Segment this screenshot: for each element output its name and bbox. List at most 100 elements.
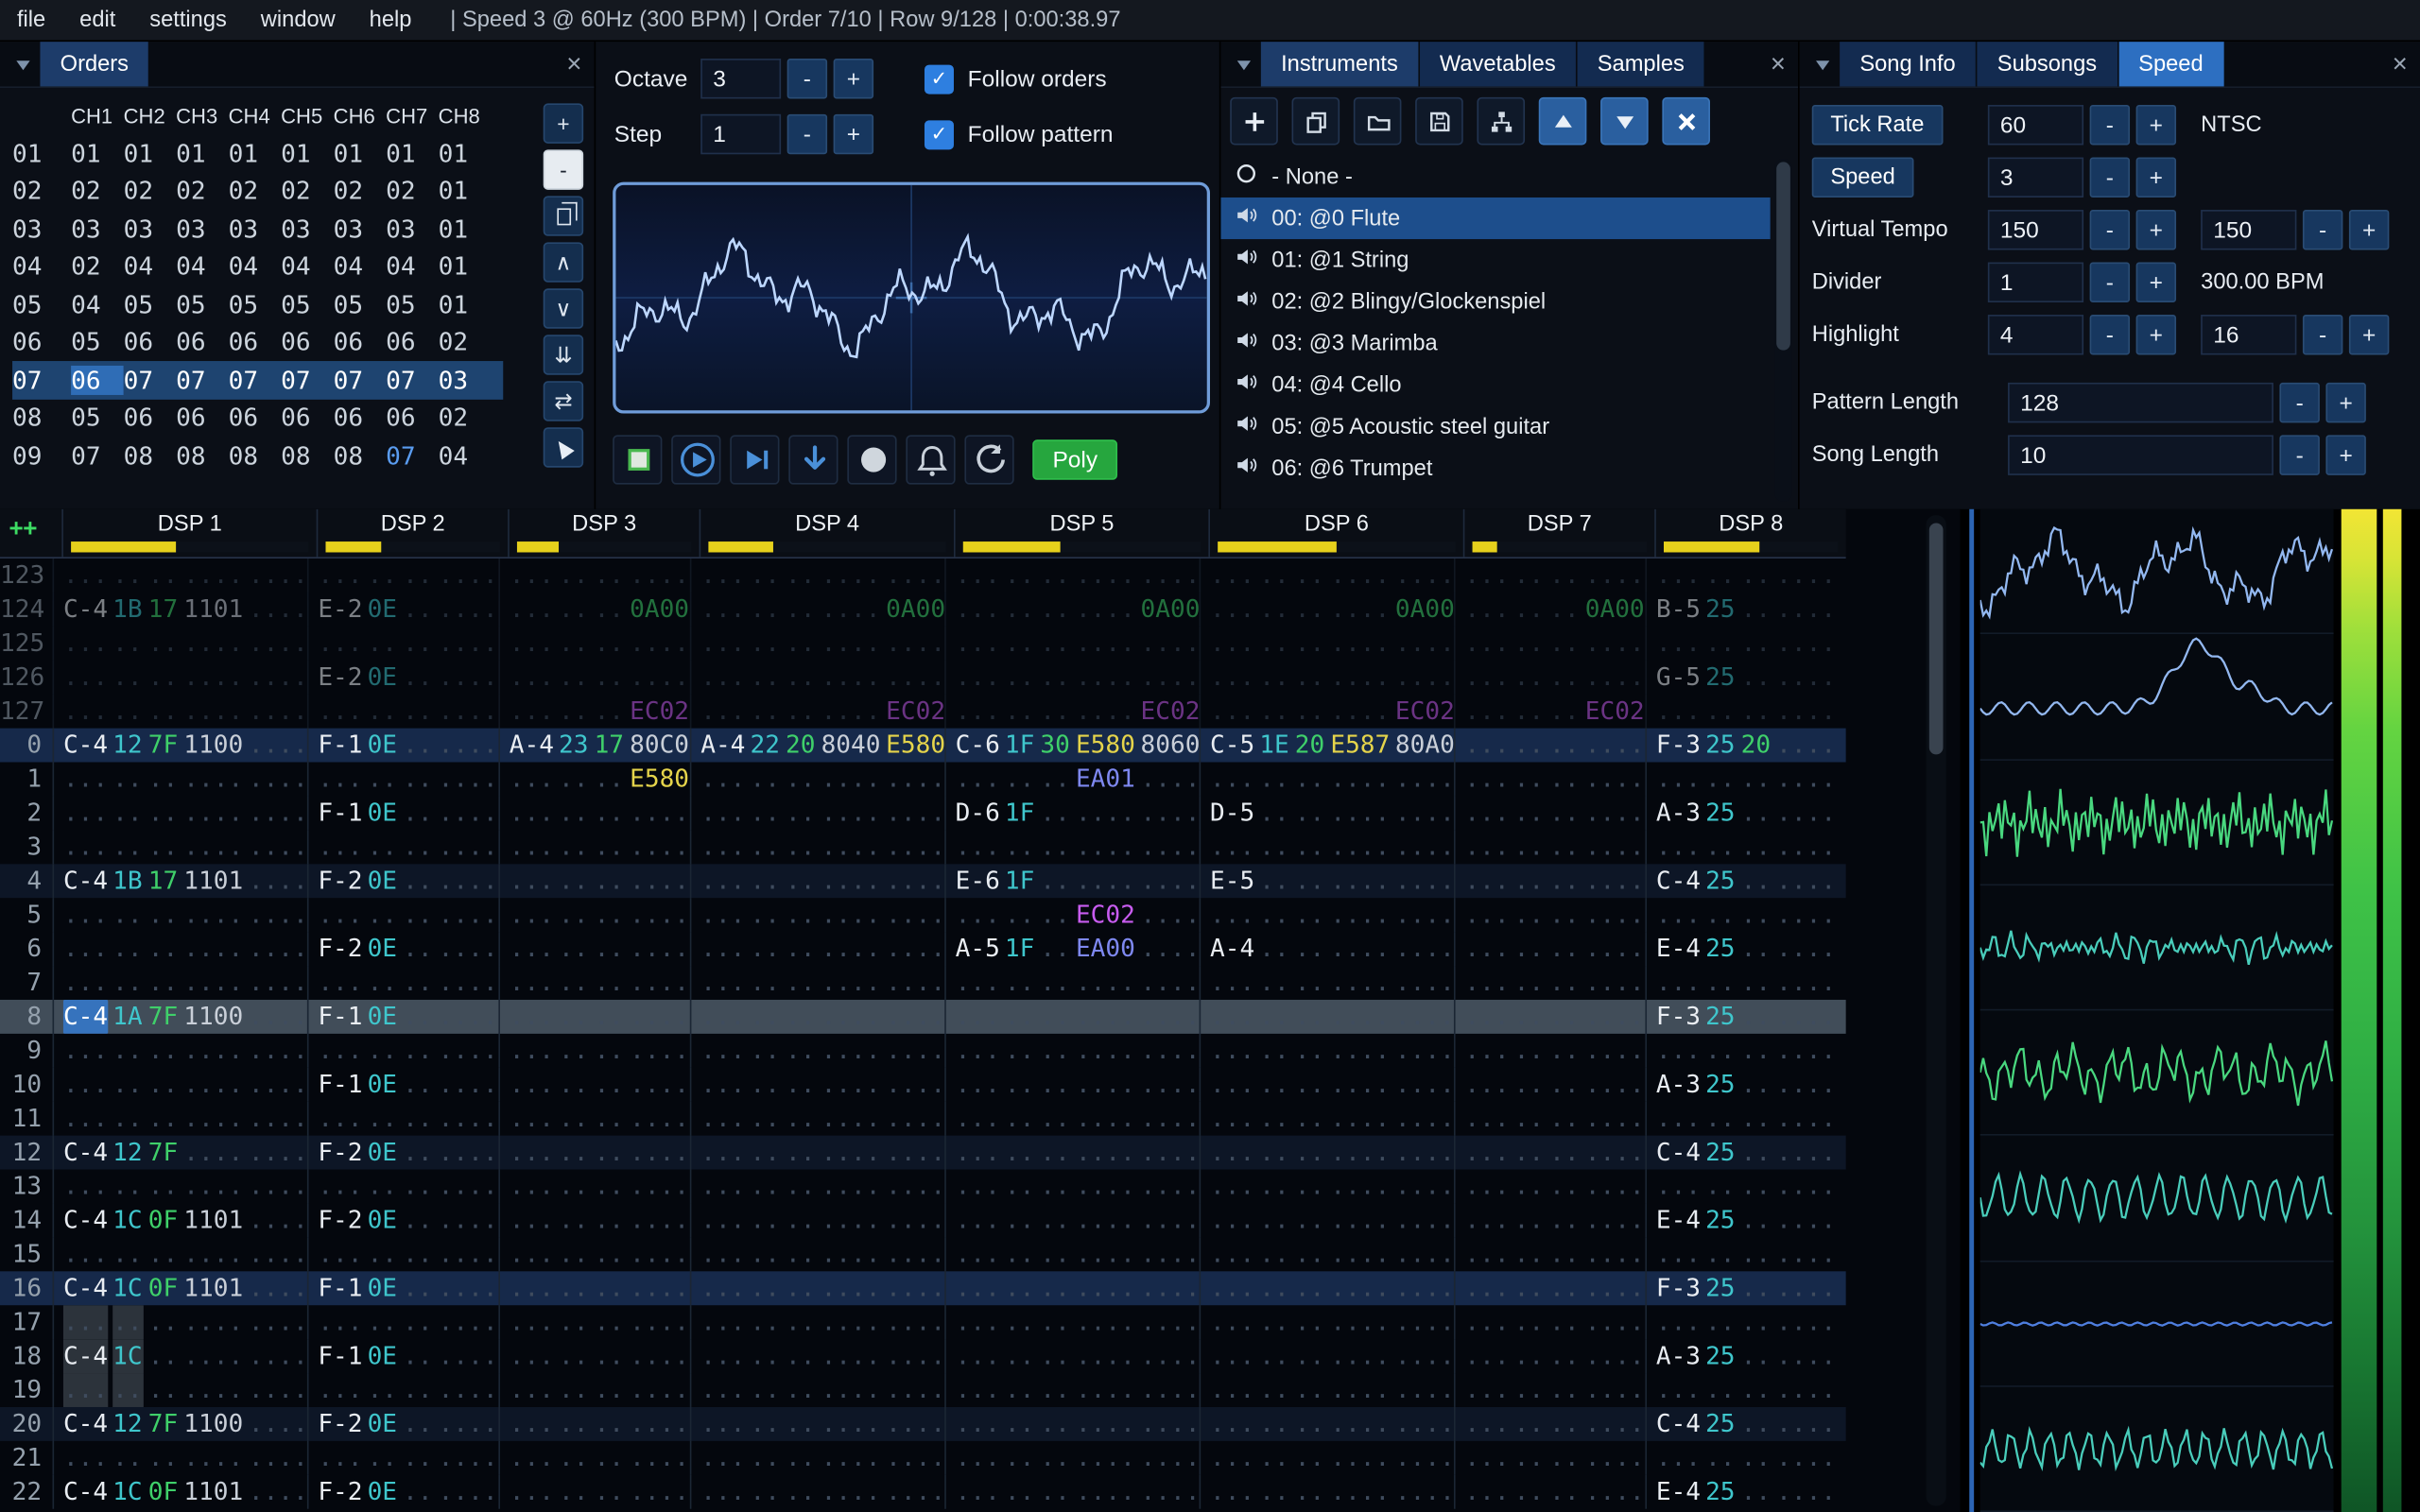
instrument-item[interactable]: 04: @4 Cello	[1220, 364, 1770, 405]
tab-speed[interactable]: Speed	[2118, 42, 2223, 87]
channel-header-dsp-1[interactable]: DSP 1	[61, 508, 316, 558]
step-one-row-button[interactable]	[788, 435, 838, 485]
step-decrease-button[interactable]: -	[786, 113, 828, 155]
order-cell[interactable]: 01	[334, 139, 387, 168]
pattern-cell[interactable]: ...............	[1199, 660, 1454, 695]
duplicate-order-button[interactable]	[543, 196, 584, 236]
highlight-first-increase-button[interactable]: +	[2135, 315, 2177, 355]
pattern-cell[interactable]: E-4 25......	[1645, 1203, 1836, 1238]
pattern-cell[interactable]: ...........	[1645, 558, 1836, 593]
pattern-cell[interactable]: ...............	[944, 660, 1200, 695]
pattern-cell[interactable]: ...........	[498, 966, 689, 1000]
speed-input[interactable]	[1987, 157, 2084, 198]
order-row-number[interactable]: 01	[12, 139, 71, 168]
order-cell[interactable]: 06	[229, 328, 282, 357]
pattern-cell[interactable]: ...............	[52, 558, 307, 593]
order-cell[interactable]: 05	[71, 404, 124, 433]
pattern-cell[interactable]: ...............	[52, 1033, 307, 1068]
pattern-cell[interactable]: ...........	[1453, 660, 1645, 695]
order-cell[interactable]: 07	[334, 366, 387, 395]
menu-item-file[interactable]: file	[0, 8, 62, 32]
order-change-mode-button[interactable]	[543, 427, 584, 468]
pattern-cell[interactable]: ...............	[944, 1474, 1200, 1509]
octave-decrease-button[interactable]: -	[786, 59, 828, 99]
virtual-tempo-numerator-input[interactable]	[1987, 210, 2084, 250]
tab-list-icon[interactable]	[7, 42, 41, 86]
pattern-cell[interactable]: ...........	[1645, 830, 1836, 865]
pattern-cell[interactable]: ...............	[689, 1271, 944, 1306]
pattern-cell[interactable]: ...........	[498, 1033, 689, 1068]
panel-splitter[interactable]	[1969, 508, 1975, 1512]
menu-item-settings[interactable]: settings	[132, 8, 244, 32]
pattern-cell[interactable]: ...........	[306, 1305, 498, 1340]
pattern-cell[interactable]: F-2 0E......	[306, 1474, 498, 1509]
speed-button[interactable]: Speed	[1811, 157, 1914, 198]
pattern-cell[interactable]: ...............	[1199, 762, 1454, 797]
pattern-cell[interactable]: ...........	[1453, 1169, 1645, 1204]
pattern-cell[interactable]: ...............	[944, 1067, 1200, 1102]
pattern-cell[interactable]: ...........	[1453, 626, 1645, 661]
pattern-cell[interactable]: ...........	[1645, 1033, 1836, 1068]
pattern-cell[interactable]: ...............	[944, 1203, 1200, 1238]
pattern-cell[interactable]: ...........	[498, 1305, 689, 1340]
metronome-button[interactable]	[906, 435, 956, 485]
pattern-cell[interactable]: ...............	[689, 864, 944, 899]
pattern-cell[interactable]: C-4 1C 0F 1101....	[52, 1271, 307, 1306]
pattern-cell[interactable]: ...........	[306, 1101, 498, 1136]
pattern-cell[interactable]: ...............	[1199, 999, 1454, 1034]
order-cell[interactable]: 04	[386, 252, 439, 282]
pattern-cell[interactable]: ...............	[944, 558, 1200, 593]
pattern-cell[interactable]: ...........	[1453, 1067, 1645, 1102]
pattern-cell[interactable]: ...........	[498, 932, 689, 967]
order-cell[interactable]: 03	[386, 215, 439, 244]
pattern-cell[interactable]: ...........	[498, 1169, 689, 1204]
pattern-cell[interactable]: ...........	[498, 864, 689, 899]
order-cell[interactable]: 04	[71, 290, 124, 319]
pattern-cell[interactable]: ...............	[1199, 1406, 1454, 1441]
pattern-cell[interactable]: C-4 1A 7F 1100....	[52, 999, 307, 1034]
pattern-cell[interactable]: ...............	[1199, 898, 1454, 933]
order-cell[interactable]: 07	[386, 366, 439, 395]
pattern-cell[interactable]: ...........	[1645, 1305, 1836, 1340]
pattern-cell[interactable]: ...............	[52, 966, 307, 1000]
divider-input[interactable]	[1987, 262, 2084, 302]
pattern-cell[interactable]: C-5 1E 20 E587 80A0	[1199, 728, 1454, 763]
pattern-cell[interactable]: ........... EC02	[689, 694, 944, 729]
pattern-cell[interactable]: ...........	[1453, 1101, 1645, 1136]
play-pattern-button[interactable]	[730, 435, 780, 485]
move-instrument-down-button[interactable]	[1600, 96, 1649, 146]
tick-rate-increase-button[interactable]: +	[2135, 105, 2177, 146]
pattern-cell[interactable]: ...............	[689, 932, 944, 967]
pattern-cell[interactable]: ...............	[944, 1305, 1200, 1340]
pattern-cell[interactable]: ...............	[689, 999, 944, 1034]
pattern-cell[interactable]: ...............	[52, 1373, 307, 1407]
order-cell[interactable]: 02	[334, 177, 387, 206]
pattern-cell[interactable]: ...........	[498, 1237, 689, 1272]
order-cell[interactable]: 03	[334, 215, 387, 244]
pattern-cell[interactable]: ...........	[306, 830, 498, 865]
pattern-cell[interactable]: ...............	[1199, 1474, 1454, 1509]
pattern-cell[interactable]: ...............	[944, 1339, 1200, 1374]
pattern-cell[interactable]: ...............	[689, 1067, 944, 1102]
instrument-item[interactable]: 00: @0 Flute	[1220, 197, 1771, 240]
tick-rate-input[interactable]	[1987, 105, 2084, 146]
tab-orders[interactable]: Orders	[40, 42, 149, 87]
pattern-cell[interactable]: C-4 1C 0F 1101....	[52, 1203, 307, 1238]
channel-header-dsp-2[interactable]: DSP 2	[316, 508, 508, 558]
open-instrument-button[interactable]	[1353, 96, 1402, 146]
order-cell[interactable]: 07	[124, 366, 177, 395]
instrument-item[interactable]: 02: @2 Blingy/Glockenspiel	[1220, 281, 1770, 322]
pattern-cell[interactable]: ...............	[1199, 1101, 1454, 1136]
order-cell[interactable]: 01	[386, 139, 439, 168]
order-cell[interactable]: 01	[439, 252, 492, 282]
pattern-cell[interactable]: A-4............	[1199, 932, 1454, 967]
order-cell[interactable]: 08	[229, 441, 282, 471]
pattern-cell[interactable]: ...........	[498, 1203, 689, 1238]
virtual-tempo-numerator-increase-button[interactable]: +	[2135, 210, 2177, 250]
order-cell[interactable]: 06	[124, 404, 177, 433]
pattern-cell[interactable]: ...........	[306, 762, 498, 797]
pattern-cell[interactable]: ...........	[1453, 796, 1645, 831]
order-cell[interactable]: 06	[176, 404, 229, 433]
pattern-cell[interactable]: ...........	[498, 660, 689, 695]
pattern-cell[interactable]: ....... EC02	[498, 694, 689, 729]
